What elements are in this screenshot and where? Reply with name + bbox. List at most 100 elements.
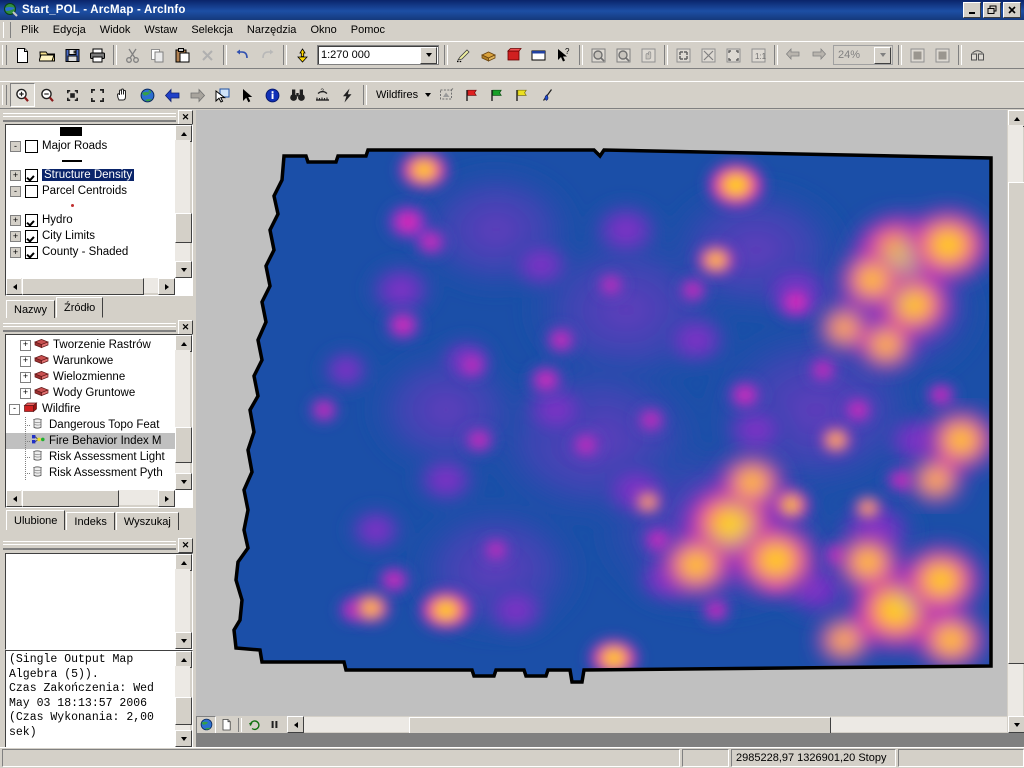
toolbar-grip[interactable]: [2, 85, 7, 105]
scroll-thumb[interactable]: [409, 717, 831, 733]
green-flag-icon[interactable]: [484, 83, 509, 107]
scroll-down-button[interactable]: [1008, 716, 1024, 733]
scroll-right-button[interactable]: [158, 490, 175, 507]
data-view-button[interactable]: [196, 715, 216, 733]
menu-pomoc[interactable]: Pomoc: [344, 22, 392, 38]
tab-nazwy[interactable]: Nazwy: [6, 300, 56, 318]
toggle-draft-mode-icon[interactable]: [905, 43, 930, 67]
layer-checkbox[interactable]: [25, 139, 38, 153]
expander-icon[interactable]: -: [10, 140, 21, 152]
scroll-down-button[interactable]: [175, 730, 192, 747]
focus-data-frame-icon[interactable]: [930, 43, 955, 67]
wildfires-dropdown-label[interactable]: Wildfires: [370, 89, 422, 101]
arctoolbox-vertical-scrollbar[interactable]: [175, 335, 192, 490]
toolbox-tool-dangerous-topo[interactable]: Dangerous Topo Feat: [6, 417, 175, 433]
zoom-100-percent-icon[interactable]: 1:1: [746, 43, 771, 67]
menu-wstaw[interactable]: Wstaw: [137, 22, 184, 38]
toolbox-node-warunkowe[interactable]: + Warunkowe: [6, 353, 175, 369]
zoom-page-width-icon[interactable]: [696, 43, 721, 67]
menu-selekcja[interactable]: Selekcja: [184, 22, 240, 38]
new-document-icon[interactable]: [10, 43, 35, 67]
scroll-left-button[interactable]: [287, 716, 304, 733]
go-forward-extent-icon[interactable]: [806, 43, 831, 67]
expander-icon[interactable]: +: [20, 355, 31, 367]
model-builder-icon[interactable]: [501, 43, 526, 67]
toolbox-tool-risk-assessment-python[interactable]: Risk Assessment Pyth: [6, 465, 175, 481]
change-layout-icon[interactable]: [965, 43, 990, 67]
tab-indeks[interactable]: Indeks: [66, 512, 115, 530]
toolbox-node-wielozmienne[interactable]: + Wielozmienne: [6, 369, 175, 385]
toolbox-node-wildfire[interactable]: - Wildfire: [6, 401, 175, 417]
map-horizontal-scroll-track[interactable]: [304, 717, 1007, 733]
restore-button[interactable]: [983, 2, 1001, 18]
red-flag-icon[interactable]: [459, 83, 484, 107]
expander-icon[interactable]: -: [10, 185, 21, 197]
toc-tree[interactable]: - Major Roads + Structure Density - Parc…: [6, 125, 175, 278]
hyperlink-lightning-icon[interactable]: [335, 83, 360, 107]
menu-grip[interactable]: [3, 22, 11, 38]
expander-icon[interactable]: +: [10, 169, 21, 181]
scroll-track[interactable]: [175, 140, 190, 263]
wildfires-menu-icon[interactable]: [434, 83, 459, 107]
tab-ulubione[interactable]: Ulubione: [6, 510, 66, 530]
fixed-zoom-in-icon[interactable]: [60, 83, 85, 107]
map-scale-combo[interactable]: 1:270 000: [317, 45, 439, 65]
toolbox-node-wody-gruntowe[interactable]: + Wody Gruntowe: [6, 385, 175, 401]
layer-checkbox[interactable]: [25, 213, 38, 227]
expander-icon[interactable]: +: [10, 230, 21, 242]
expander-icon[interactable]: +: [10, 214, 21, 226]
scroll-right-button[interactable]: [158, 278, 175, 295]
map-canvas[interactable]: [196, 110, 1007, 733]
toc-vertical-scrollbar[interactable]: [175, 125, 192, 278]
layer-checkbox[interactable]: [25, 168, 38, 182]
menu-plik[interactable]: Plik: [14, 22, 46, 38]
print-icon[interactable]: [85, 43, 110, 67]
yellow-flag-icon[interactable]: [509, 83, 534, 107]
scroll-down-button[interactable]: [175, 632, 192, 649]
toc-layer-city-limits[interactable]: + City Limits: [6, 228, 175, 244]
select-elements-icon[interactable]: [235, 83, 260, 107]
editor-toolbar-icon[interactable]: [451, 43, 476, 67]
forward-extent-icon[interactable]: [185, 83, 210, 107]
command-line-icon[interactable]: [526, 43, 551, 67]
toc-layer-hydro[interactable]: + Hydro: [6, 212, 175, 228]
scroll-down-button[interactable]: [175, 473, 192, 490]
tab-zrodlo[interactable]: Źródło: [56, 297, 104, 318]
menu-edycja[interactable]: Edycja: [46, 22, 93, 38]
toolbox-tool-fire-behavior-index[interactable]: Fire Behavior Index M: [6, 433, 175, 449]
scroll-thumb[interactable]: [1008, 182, 1024, 664]
open-folder-icon[interactable]: [35, 43, 60, 67]
menu-okno[interactable]: Okno: [303, 22, 343, 38]
chevron-down-icon[interactable]: [422, 93, 434, 97]
layout-zoom-in-icon[interactable]: [586, 43, 611, 67]
zoom-in-icon[interactable]: [10, 83, 35, 107]
results-panel-grip[interactable]: ✕: [0, 537, 196, 553]
pan-hand-icon[interactable]: [110, 83, 135, 107]
toc-layer-structure-density[interactable]: + Structure Density: [6, 167, 175, 183]
zoom-to-extent-icon[interactable]: [721, 43, 746, 67]
scroll-thumb[interactable]: [175, 697, 192, 725]
toc-close-icon[interactable]: ✕: [178, 109, 193, 125]
measure-icon[interactable]: ?: [310, 83, 335, 107]
menu-narzedzia[interactable]: Narzędzia: [240, 22, 304, 38]
scroll-down-button[interactable]: [175, 261, 192, 278]
paste-icon[interactable]: [170, 43, 195, 67]
expander-icon[interactable]: +: [20, 371, 31, 383]
toc-layer-major-roads[interactable]: - Major Roads: [6, 138, 175, 154]
water-drop-icon[interactable]: [534, 83, 559, 107]
refresh-button[interactable]: [244, 716, 264, 734]
full-extent-globe-icon[interactable]: [135, 83, 160, 107]
arctoolbox-icon[interactable]: [476, 43, 501, 67]
close-button[interactable]: [1003, 2, 1021, 18]
layout-view-button[interactable]: [216, 716, 236, 734]
layer-checkbox[interactable]: [25, 229, 38, 243]
toolbar-grip[interactable]: [2, 45, 7, 65]
arctoolbox-horizontal-scrollbar[interactable]: [6, 490, 175, 507]
scroll-thumb[interactable]: [175, 213, 192, 243]
toc-layer-county-shaded[interactable]: + County - Shaded: [6, 244, 175, 260]
find-binoculars-icon[interactable]: [285, 83, 310, 107]
layout-pan-icon[interactable]: [636, 43, 661, 67]
fixed-zoom-out-icon[interactable]: [85, 83, 110, 107]
toc-panel-grip[interactable]: ✕: [0, 109, 196, 125]
minimize-button[interactable]: [963, 2, 981, 18]
